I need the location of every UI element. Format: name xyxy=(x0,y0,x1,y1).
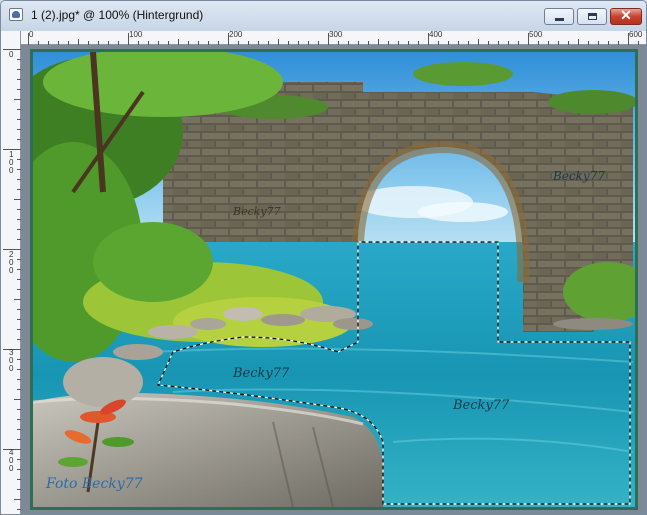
document-window: 1 (2).jpg* @ 100% (Hintergrund) ✕ 0 100 … xyxy=(0,0,647,515)
photo-file-icon[interactable] xyxy=(9,8,23,21)
photo-credit: Foto Becky77 xyxy=(46,476,143,492)
image-canvas[interactable]: Becky77 Becky77 Becky77 Becky77 Foto Bec… xyxy=(30,49,638,510)
ruler-label: 200 xyxy=(229,30,243,39)
ruler-label: 0 xyxy=(29,30,34,39)
vertical-ruler[interactable]: 0 100 200 300 400 xyxy=(1,31,21,514)
ruler-label: 400 xyxy=(429,30,443,39)
horizontal-ruler-ticks xyxy=(28,33,639,45)
watermark-text: Becky77 xyxy=(553,169,605,183)
horizontal-ruler[interactable]: 0 100 200 300 400 500 600 xyxy=(1,30,646,45)
watermark-text: Becky77 xyxy=(233,205,281,218)
ruler-label: 600 xyxy=(629,30,643,39)
ruler-label: 300 xyxy=(9,348,14,373)
minimize-icon xyxy=(555,18,564,21)
watermark-text: Becky77 xyxy=(233,366,290,381)
ruler-label: 100 xyxy=(9,150,14,175)
minimize-button[interactable] xyxy=(544,8,574,25)
window-title: 1 (2).jpg* @ 100% (Hintergrund) xyxy=(31,8,204,22)
watermark-text: Becky77 xyxy=(453,398,510,413)
ruler-label: 100 xyxy=(129,30,143,39)
ruler-label: 0 xyxy=(9,50,14,59)
close-button[interactable]: ✕ xyxy=(610,7,642,25)
maximize-button[interactable] xyxy=(577,8,607,25)
canvas-workspace[interactable]: Becky77 Becky77 Becky77 Becky77 Foto Bec… xyxy=(21,45,646,514)
close-icon: ✕ xyxy=(620,7,632,23)
ruler-label: 400 xyxy=(9,448,14,473)
title-bar[interactable]: 1 (2).jpg* @ 100% (Hintergrund) ✕ xyxy=(1,1,646,31)
photo-content xyxy=(33,52,635,507)
ruler-label: 500 xyxy=(529,30,543,39)
maximize-icon xyxy=(588,13,597,20)
ruler-label: 300 xyxy=(329,30,343,39)
ruler-label: 200 xyxy=(9,250,14,275)
